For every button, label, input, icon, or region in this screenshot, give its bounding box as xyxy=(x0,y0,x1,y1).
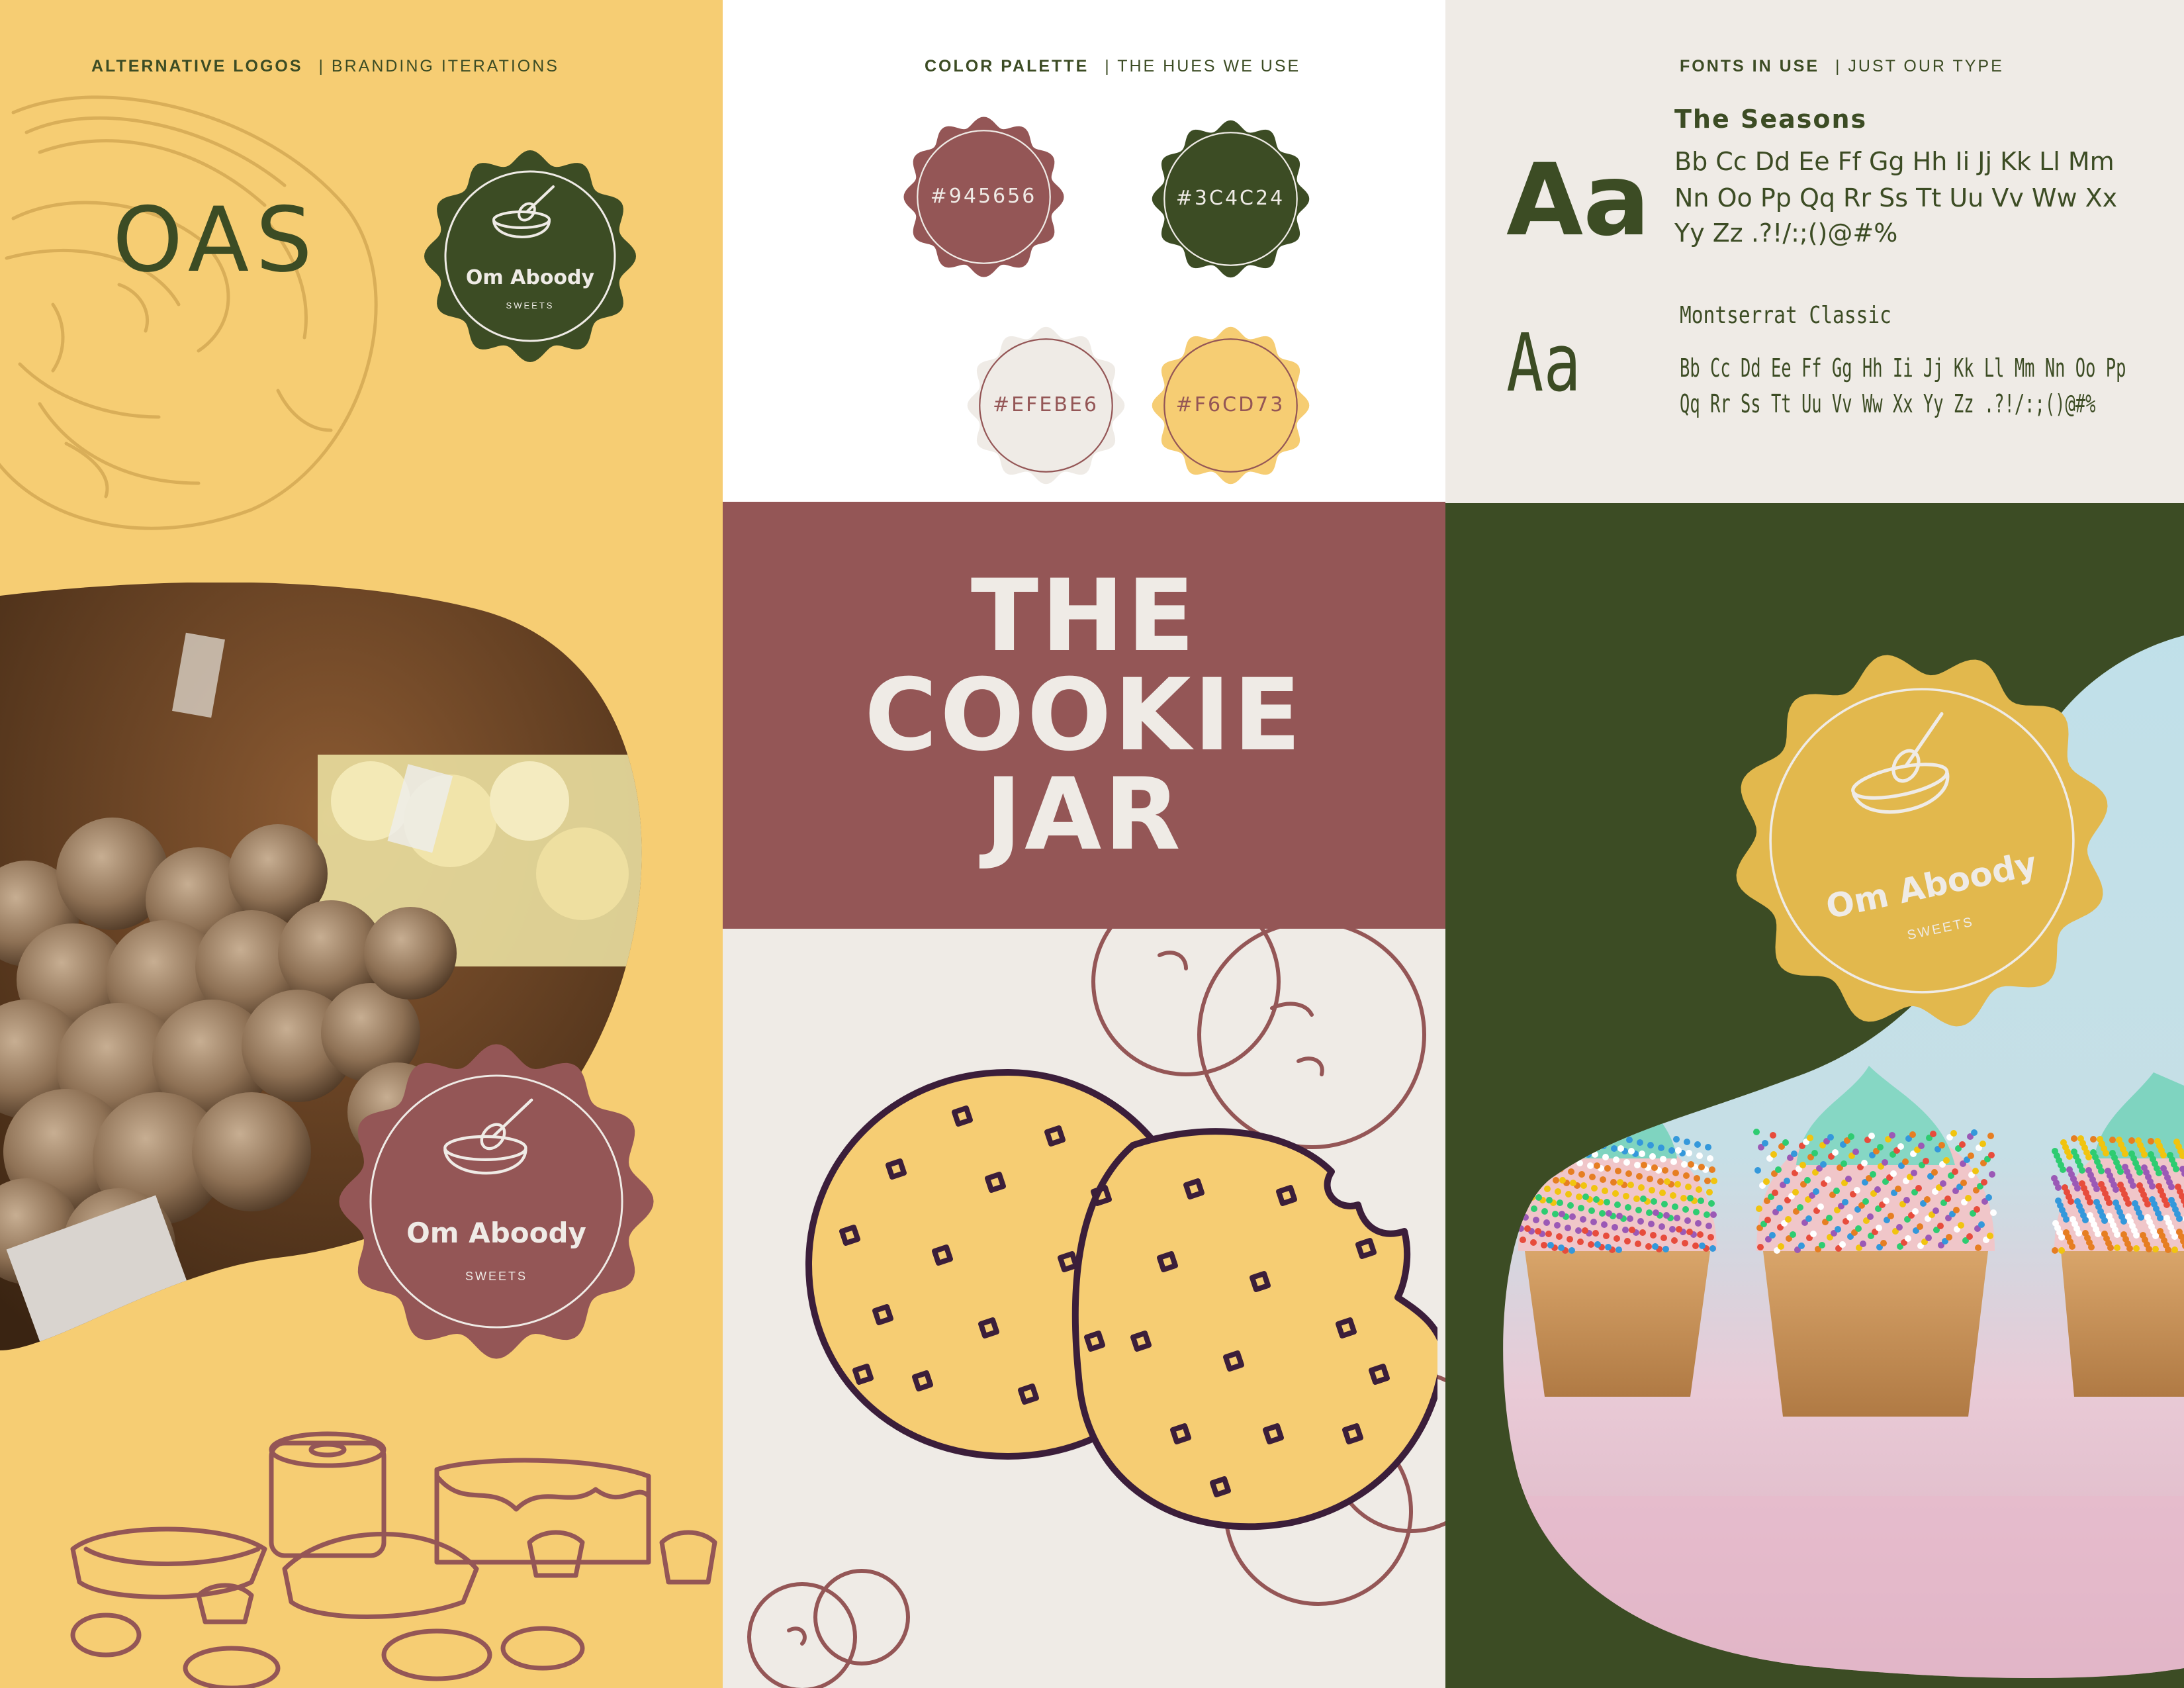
whisk-bowl-icon xyxy=(443,1098,533,1175)
title-line-3: JAR xyxy=(985,757,1183,872)
font-sample-large: Aa xyxy=(1506,143,1651,258)
alternative-logos-panel: ALTERNATIVE LOGOS | BRANDING ITERATIONS … xyxy=(0,0,723,1688)
whisk-bowl-icon xyxy=(492,185,555,238)
section-heading: FONTS IN USE | JUST OUR TYPE xyxy=(1680,57,2004,76)
title-line-1: THE xyxy=(970,559,1198,674)
heading-title: COLOR PALETTE xyxy=(925,57,1089,75)
badge-tagline: SWEETS xyxy=(506,301,555,310)
section-heading: COLOR PALETTE | THE HUES WE USE xyxy=(925,57,1300,76)
croissant-sketch xyxy=(0,95,378,530)
swatch-hex: #945656 xyxy=(930,185,1037,208)
font-alphabet-line: Bb Cc Dd Ee Ff Gg Hh Ii Jj Kk Ll Mm xyxy=(1674,147,2115,176)
color-palette-panel: COLOR PALETTE | THE HUES WE USE #945656 … xyxy=(723,0,1445,1688)
font-name: Montserrat Classic xyxy=(1680,302,1891,329)
logo-badge-green: Om Aboody SWEETS xyxy=(421,147,639,365)
oas-wordmark: OAS xyxy=(113,188,319,292)
badge-name: Om Aboody xyxy=(465,266,595,289)
font-sample-large: Aa xyxy=(1506,318,1581,410)
swatch-cream: #EFEBE6 xyxy=(965,324,1127,487)
badge-tagline: SWEETS xyxy=(465,1270,527,1283)
title-block: THE COOKIE JAR xyxy=(723,502,1445,929)
heading-subtitle: | BRANDING ITERATIONS xyxy=(318,57,559,75)
swatch-hex: #F6CD73 xyxy=(1175,393,1285,416)
font-alphabet-line: Nn Oo Pp Qq Rr Ss Tt Uu Vv Ww Xx xyxy=(1674,183,2118,212)
font-name: The Seasons xyxy=(1674,105,1868,134)
heading-title: FONTS IN USE xyxy=(1680,57,1820,75)
logo-badge-maroon: Om Aboody SWEETS xyxy=(334,1039,659,1364)
swatch-green: #3C4C24 xyxy=(1150,118,1312,280)
pastries-sketch xyxy=(70,1431,717,1688)
badge-name: Om Aboody xyxy=(406,1217,586,1249)
swatch-hex: #EFEBE6 xyxy=(993,393,1099,416)
heading-title: ALTERNATIVE LOGOS xyxy=(91,57,303,75)
swatch-maroon: #945656 xyxy=(903,116,1065,278)
font-alphabet-line: Yy Zz .?!/:;()@#% xyxy=(1674,218,1898,248)
heading-subtitle: | JUST OUR TYPE xyxy=(1835,57,2004,75)
title-line-2: COOKIE xyxy=(864,658,1304,773)
font-alphabet-line: Qq Rr Ss Tt Uu Vv Ww Xx Yy Zz .?!/:;()@#… xyxy=(1680,389,2096,418)
heading-subtitle: | THE HUES WE USE xyxy=(1105,57,1301,75)
swatch-yellow: #F6CD73 xyxy=(1150,324,1312,487)
logo-badge-gold: Om Aboody SWEETS xyxy=(1690,609,2154,1072)
fonts-panel: FONTS IN USE | JUST OUR TYPE Aa The Seas… xyxy=(1445,0,2184,1688)
section-heading: ALTERNATIVE LOGOS | BRANDING ITERATIONS xyxy=(91,57,559,76)
font-alphabet-line: Bb Cc Dd Ee Ff Gg Hh Ii Jj Kk Ll Mm Nn O… xyxy=(1680,353,2126,383)
cookie-illustration xyxy=(805,1069,1437,1530)
swatch-hex: #3C4C24 xyxy=(1175,187,1285,210)
